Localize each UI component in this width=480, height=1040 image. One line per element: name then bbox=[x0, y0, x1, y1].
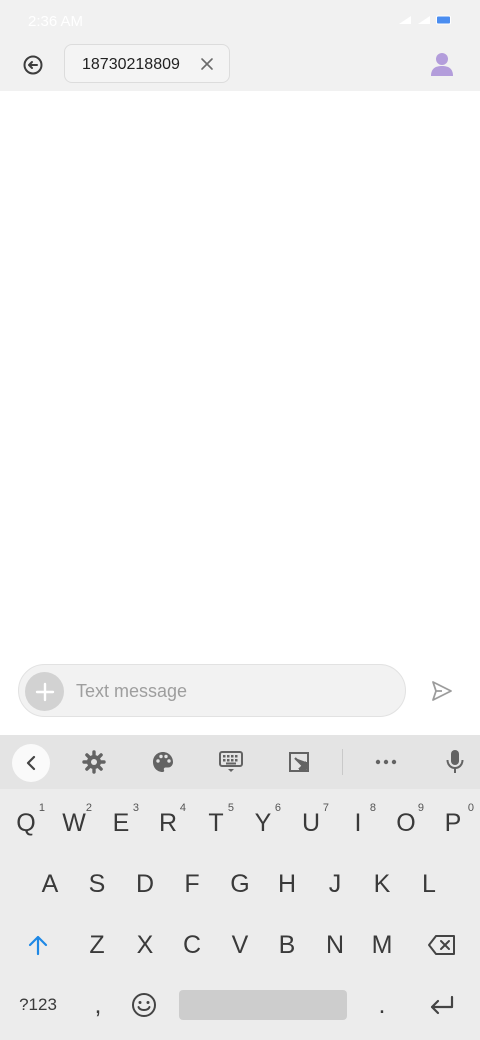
key-label: U bbox=[301, 808, 321, 837]
collapse-toolbar-button[interactable] bbox=[12, 744, 50, 782]
key-hint: 9 bbox=[417, 802, 424, 814]
key-r[interactable]: R4 bbox=[144, 798, 192, 848]
key-hint: 2 bbox=[85, 802, 92, 814]
key-u[interactable]: U7 bbox=[287, 798, 335, 848]
attach-button[interactable] bbox=[25, 672, 64, 711]
status-icons bbox=[398, 15, 452, 25]
emoji-key[interactable] bbox=[120, 980, 168, 1030]
period-key[interactable]: . bbox=[358, 980, 406, 1030]
keyboard: Q1 W2 E3 R4 T5 Y6 U7 I8 O9 P0 A S D F G … bbox=[0, 735, 480, 1040]
key-s[interactable]: S bbox=[73, 859, 121, 909]
key-label: I bbox=[354, 808, 362, 837]
recipient-number: 18730218809 bbox=[82, 56, 180, 73]
person-icon[interactable] bbox=[430, 51, 454, 77]
key-hint: 1 bbox=[38, 802, 45, 814]
key-a[interactable]: A bbox=[26, 859, 74, 909]
back-button[interactable] bbox=[20, 52, 46, 78]
key-label: P bbox=[444, 808, 462, 837]
toolbar-divider bbox=[342, 749, 343, 775]
key-o[interactable]: O9 bbox=[382, 798, 430, 848]
conversation-area bbox=[0, 91, 480, 651]
key-w[interactable]: W2 bbox=[50, 798, 98, 848]
status-time: 2:36 AM bbox=[28, 13, 84, 30]
key-c[interactable]: C bbox=[168, 920, 216, 970]
key-l[interactable]: L bbox=[405, 859, 453, 909]
space-key[interactable] bbox=[179, 990, 347, 1020]
palette-icon bbox=[153, 752, 173, 772]
battery-icon bbox=[436, 15, 451, 25]
key-e[interactable]: E3 bbox=[97, 798, 145, 848]
close-icon[interactable] bbox=[199, 56, 215, 72]
signal-icon bbox=[399, 16, 411, 24]
backspace-icon bbox=[428, 935, 455, 955]
compose-field[interactable]: Text message bbox=[18, 664, 406, 717]
key-q[interactable]: Q1 bbox=[2, 798, 50, 848]
key-label: E bbox=[112, 808, 130, 837]
conversation-header: 18730218809 bbox=[0, 44, 480, 91]
key-hint: 4 bbox=[179, 802, 186, 814]
key-n[interactable]: N bbox=[311, 920, 359, 970]
emoji-icon bbox=[132, 993, 156, 1017]
key-f[interactable]: F bbox=[168, 859, 216, 909]
key-hint: 6 bbox=[274, 802, 281, 814]
key-label: T bbox=[208, 808, 224, 837]
key-label: Q bbox=[16, 808, 36, 837]
enter-icon bbox=[430, 995, 454, 1015]
symbols-key[interactable]: ?123 bbox=[10, 980, 66, 1030]
voice-input-button[interactable] bbox=[442, 749, 468, 775]
messaging-screen: 2:36 AM 18730218809 Text message Q 1 W 2… bbox=[0, 0, 480, 1040]
key-i[interactable]: I8 bbox=[334, 798, 382, 848]
comma-key[interactable]: , bbox=[74, 980, 122, 1030]
keyboard-icon bbox=[219, 751, 243, 772]
status-bar: 2:36 AM bbox=[0, 0, 480, 44]
key-z[interactable]: Z bbox=[73, 920, 121, 970]
settings-button[interactable] bbox=[81, 749, 107, 775]
key-v[interactable]: V bbox=[216, 920, 264, 970]
key-h[interactable]: H bbox=[263, 859, 311, 909]
key-hint: 5 bbox=[227, 802, 234, 814]
key-b[interactable]: B bbox=[263, 920, 311, 970]
key-g[interactable]: G bbox=[216, 859, 264, 909]
key-m[interactable]: M bbox=[358, 920, 406, 970]
gear-icon bbox=[82, 750, 106, 774]
enter-key[interactable] bbox=[416, 980, 468, 1030]
key-x[interactable]: X bbox=[121, 920, 169, 970]
compose-placeholder: Text message bbox=[76, 681, 188, 701]
more-button[interactable] bbox=[373, 749, 399, 775]
recipient-chip[interactable]: 18730218809 bbox=[64, 44, 230, 83]
mic-icon bbox=[446, 750, 464, 773]
key-hint: 3 bbox=[132, 802, 139, 814]
key-t[interactable]: T5 bbox=[192, 798, 240, 848]
keyboard-toolbar bbox=[0, 735, 480, 789]
key-d[interactable]: D bbox=[121, 859, 169, 909]
resize-button[interactable] bbox=[286, 749, 312, 775]
back-arrow-icon bbox=[23, 55, 43, 75]
key-label: R bbox=[158, 808, 178, 837]
key-j[interactable]: J bbox=[311, 859, 359, 909]
key-y[interactable]: Y6 bbox=[239, 798, 287, 848]
key-hint: 0 bbox=[467, 802, 474, 814]
wifi-icon bbox=[418, 16, 430, 24]
keyboard-mode-button[interactable] bbox=[218, 749, 244, 775]
resize-icon bbox=[289, 752, 309, 772]
key-hint: 7 bbox=[322, 802, 329, 814]
send-icon[interactable] bbox=[430, 680, 454, 702]
chevron-left-icon bbox=[26, 755, 36, 771]
key-hint: 8 bbox=[369, 802, 376, 814]
theme-button[interactable] bbox=[150, 749, 176, 775]
shift-key[interactable] bbox=[14, 920, 62, 970]
key-label: O bbox=[396, 808, 416, 837]
plus-icon bbox=[35, 682, 54, 701]
shift-icon bbox=[28, 935, 48, 956]
more-icon bbox=[375, 759, 397, 765]
key-k[interactable]: K bbox=[358, 859, 406, 909]
key-label: W bbox=[62, 808, 86, 837]
key-label: Y bbox=[254, 808, 272, 837]
key-p[interactable]: P0 bbox=[429, 798, 477, 848]
backspace-key[interactable] bbox=[416, 920, 468, 970]
